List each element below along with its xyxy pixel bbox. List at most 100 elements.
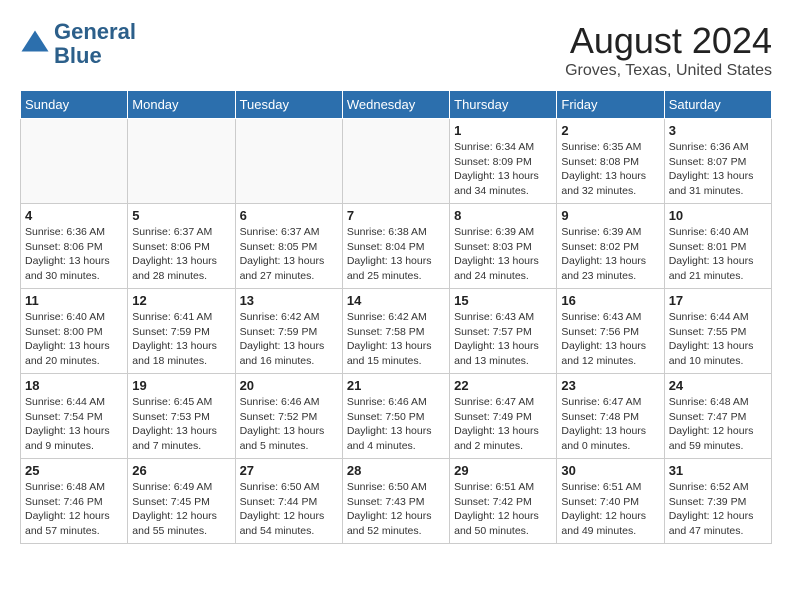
title-area: August 2024 Groves, Texas, United States: [565, 20, 772, 80]
calendar-day-cell: 13 Sunrise: 6:42 AM Sunset: 7:59 PM Dayli…: [235, 289, 342, 374]
day-number: 19: [132, 378, 230, 393]
day-info: Sunrise: 6:37 AM Sunset: 8:06 PM Dayligh…: [132, 225, 230, 284]
day-number: 21: [347, 378, 445, 393]
day-number: 6: [240, 208, 338, 223]
month-year: August 2024: [565, 20, 772, 62]
calendar-day-cell: 22 Sunrise: 6:47 AM Sunset: 7:49 PM Dayli…: [450, 374, 557, 459]
day-info: Sunrise: 6:51 AM Sunset: 7:40 PM Dayligh…: [561, 480, 659, 539]
day-info: Sunrise: 6:45 AM Sunset: 7:53 PM Dayligh…: [132, 395, 230, 454]
day-info: Sunrise: 6:42 AM Sunset: 7:59 PM Dayligh…: [240, 310, 338, 369]
calendar-day-cell: 6 Sunrise: 6:37 AM Sunset: 8:05 PM Daylig…: [235, 204, 342, 289]
calendar-week-row: 1 Sunrise: 6:34 AM Sunset: 8:09 PM Daylig…: [21, 119, 772, 204]
calendar-day-cell: 14 Sunrise: 6:42 AM Sunset: 7:58 PM Dayli…: [342, 289, 449, 374]
day-info: Sunrise: 6:46 AM Sunset: 7:52 PM Dayligh…: [240, 395, 338, 454]
day-number: 29: [454, 463, 552, 478]
day-info: Sunrise: 6:39 AM Sunset: 8:03 PM Dayligh…: [454, 225, 552, 284]
calendar-day-cell: 8 Sunrise: 6:39 AM Sunset: 8:03 PM Daylig…: [450, 204, 557, 289]
calendar-day-cell: 25Sunrise: 6:48 AM Sunset: 7:46 PM Dayli…: [21, 459, 128, 544]
calendar-day-cell: [128, 119, 235, 204]
calendar-day-cell: 21 Sunrise: 6:46 AM Sunset: 7:50 PM Dayli…: [342, 374, 449, 459]
weekday-header-row: SundayMondayTuesdayWednesdayThursdayFrid…: [21, 91, 772, 119]
calendar-day-cell: 31Sunrise: 6:52 AM Sunset: 7:39 PM Dayli…: [664, 459, 771, 544]
day-number: 1: [454, 123, 552, 138]
day-number: 16: [561, 293, 659, 308]
day-info: Sunrise: 6:50 AM Sunset: 7:43 PM Dayligh…: [347, 480, 445, 539]
day-number: 10: [669, 208, 767, 223]
day-number: 15: [454, 293, 552, 308]
day-number: 17: [669, 293, 767, 308]
day-info: Sunrise: 6:34 AM Sunset: 8:09 PM Dayligh…: [454, 140, 552, 199]
day-number: 28: [347, 463, 445, 478]
day-number: 31: [669, 463, 767, 478]
calendar-day-cell: 30 Sunrise: 6:51 AM Sunset: 7:40 PM Dayli…: [557, 459, 664, 544]
day-info: Sunrise: 6:44 AM Sunset: 7:54 PM Dayligh…: [25, 395, 123, 454]
day-number: 7: [347, 208, 445, 223]
calendar-day-cell: 26 Sunrise: 6:49 AM Sunset: 7:45 PM Dayli…: [128, 459, 235, 544]
weekday-header-wednesday: Wednesday: [342, 91, 449, 119]
weekday-header-sunday: Sunday: [21, 91, 128, 119]
calendar-week-row: 25Sunrise: 6:48 AM Sunset: 7:46 PM Dayli…: [21, 459, 772, 544]
day-number: 11: [25, 293, 123, 308]
day-number: 2: [561, 123, 659, 138]
day-info: Sunrise: 6:36 AM Sunset: 8:06 PM Dayligh…: [25, 225, 123, 284]
day-number: 14: [347, 293, 445, 308]
day-number: 9: [561, 208, 659, 223]
day-number: 24: [669, 378, 767, 393]
day-info: Sunrise: 6:47 AM Sunset: 7:48 PM Dayligh…: [561, 395, 659, 454]
calendar-day-cell: 1 Sunrise: 6:34 AM Sunset: 8:09 PM Daylig…: [450, 119, 557, 204]
day-number: 30: [561, 463, 659, 478]
logo-text: General Blue: [54, 20, 136, 68]
calendar-day-cell: 27Sunrise: 6:50 AM Sunset: 7:44 PM Dayli…: [235, 459, 342, 544]
calendar-day-cell: 20Sunrise: 6:46 AM Sunset: 7:52 PM Dayli…: [235, 374, 342, 459]
calendar-day-cell: 16Sunrise: 6:43 AM Sunset: 7:56 PM Dayli…: [557, 289, 664, 374]
day-info: Sunrise: 6:47 AM Sunset: 7:49 PM Dayligh…: [454, 395, 552, 454]
day-info: Sunrise: 6:37 AM Sunset: 8:05 PM Dayligh…: [240, 225, 338, 284]
day-number: 22: [454, 378, 552, 393]
day-info: Sunrise: 6:39 AM Sunset: 8:02 PM Dayligh…: [561, 225, 659, 284]
day-info: Sunrise: 6:40 AM Sunset: 8:01 PM Dayligh…: [669, 225, 767, 284]
day-number: 13: [240, 293, 338, 308]
calendar-day-cell: 18 Sunrise: 6:44 AM Sunset: 7:54 PM Dayli…: [21, 374, 128, 459]
day-number: 12: [132, 293, 230, 308]
day-info: Sunrise: 6:49 AM Sunset: 7:45 PM Dayligh…: [132, 480, 230, 539]
calendar-day-cell: 28 Sunrise: 6:50 AM Sunset: 7:43 PM Dayli…: [342, 459, 449, 544]
day-number: 8: [454, 208, 552, 223]
calendar-day-cell: 17Sunrise: 6:44 AM Sunset: 7:55 PM Dayli…: [664, 289, 771, 374]
weekday-header-thursday: Thursday: [450, 91, 557, 119]
calendar-day-cell: 4 Sunrise: 6:36 AM Sunset: 8:06 PM Daylig…: [21, 204, 128, 289]
calendar-day-cell: 29 Sunrise: 6:51 AM Sunset: 7:42 PM Dayli…: [450, 459, 557, 544]
day-number: 25: [25, 463, 123, 478]
logo-icon: [20, 29, 50, 59]
calendar-day-cell: 15 Sunrise: 6:43 AM Sunset: 7:57 PM Dayli…: [450, 289, 557, 374]
day-info: Sunrise: 6:46 AM Sunset: 7:50 PM Dayligh…: [347, 395, 445, 454]
day-info: Sunrise: 6:38 AM Sunset: 8:04 PM Dayligh…: [347, 225, 445, 284]
day-info: Sunrise: 6:43 AM Sunset: 7:57 PM Dayligh…: [454, 310, 552, 369]
calendar-day-cell: 3Sunrise: 6:36 AM Sunset: 8:07 PM Daylig…: [664, 119, 771, 204]
calendar-day-cell: 23Sunrise: 6:47 AM Sunset: 7:48 PM Dayli…: [557, 374, 664, 459]
calendar-day-cell: [21, 119, 128, 204]
weekday-header-saturday: Saturday: [664, 91, 771, 119]
calendar-week-row: 18 Sunrise: 6:44 AM Sunset: 7:54 PM Dayli…: [21, 374, 772, 459]
day-number: 18: [25, 378, 123, 393]
calendar-table: SundayMondayTuesdayWednesdayThursdayFrid…: [20, 90, 772, 544]
day-info: Sunrise: 6:48 AM Sunset: 7:47 PM Dayligh…: [669, 395, 767, 454]
calendar-week-row: 11 Sunrise: 6:40 AM Sunset: 8:00 PM Dayli…: [21, 289, 772, 374]
day-info: Sunrise: 6:51 AM Sunset: 7:42 PM Dayligh…: [454, 480, 552, 539]
day-number: 26: [132, 463, 230, 478]
calendar-day-cell: [235, 119, 342, 204]
day-number: 4: [25, 208, 123, 223]
day-number: 3: [669, 123, 767, 138]
calendar-day-cell: 7 Sunrise: 6:38 AM Sunset: 8:04 PM Daylig…: [342, 204, 449, 289]
day-number: 5: [132, 208, 230, 223]
page-header: General Blue August 2024 Groves, Texas, …: [20, 20, 772, 80]
day-number: 27: [240, 463, 338, 478]
calendar-day-cell: [342, 119, 449, 204]
logo: General Blue: [20, 20, 136, 68]
calendar-day-cell: 2 Sunrise: 6:35 AM Sunset: 8:08 PM Daylig…: [557, 119, 664, 204]
day-info: Sunrise: 6:35 AM Sunset: 8:08 PM Dayligh…: [561, 140, 659, 199]
day-info: Sunrise: 6:42 AM Sunset: 7:58 PM Dayligh…: [347, 310, 445, 369]
day-info: Sunrise: 6:40 AM Sunset: 8:00 PM Dayligh…: [25, 310, 123, 369]
calendar-day-cell: 9 Sunrise: 6:39 AM Sunset: 8:02 PM Daylig…: [557, 204, 664, 289]
weekday-header-tuesday: Tuesday: [235, 91, 342, 119]
calendar-day-cell: 12Sunrise: 6:41 AM Sunset: 7:59 PM Dayli…: [128, 289, 235, 374]
